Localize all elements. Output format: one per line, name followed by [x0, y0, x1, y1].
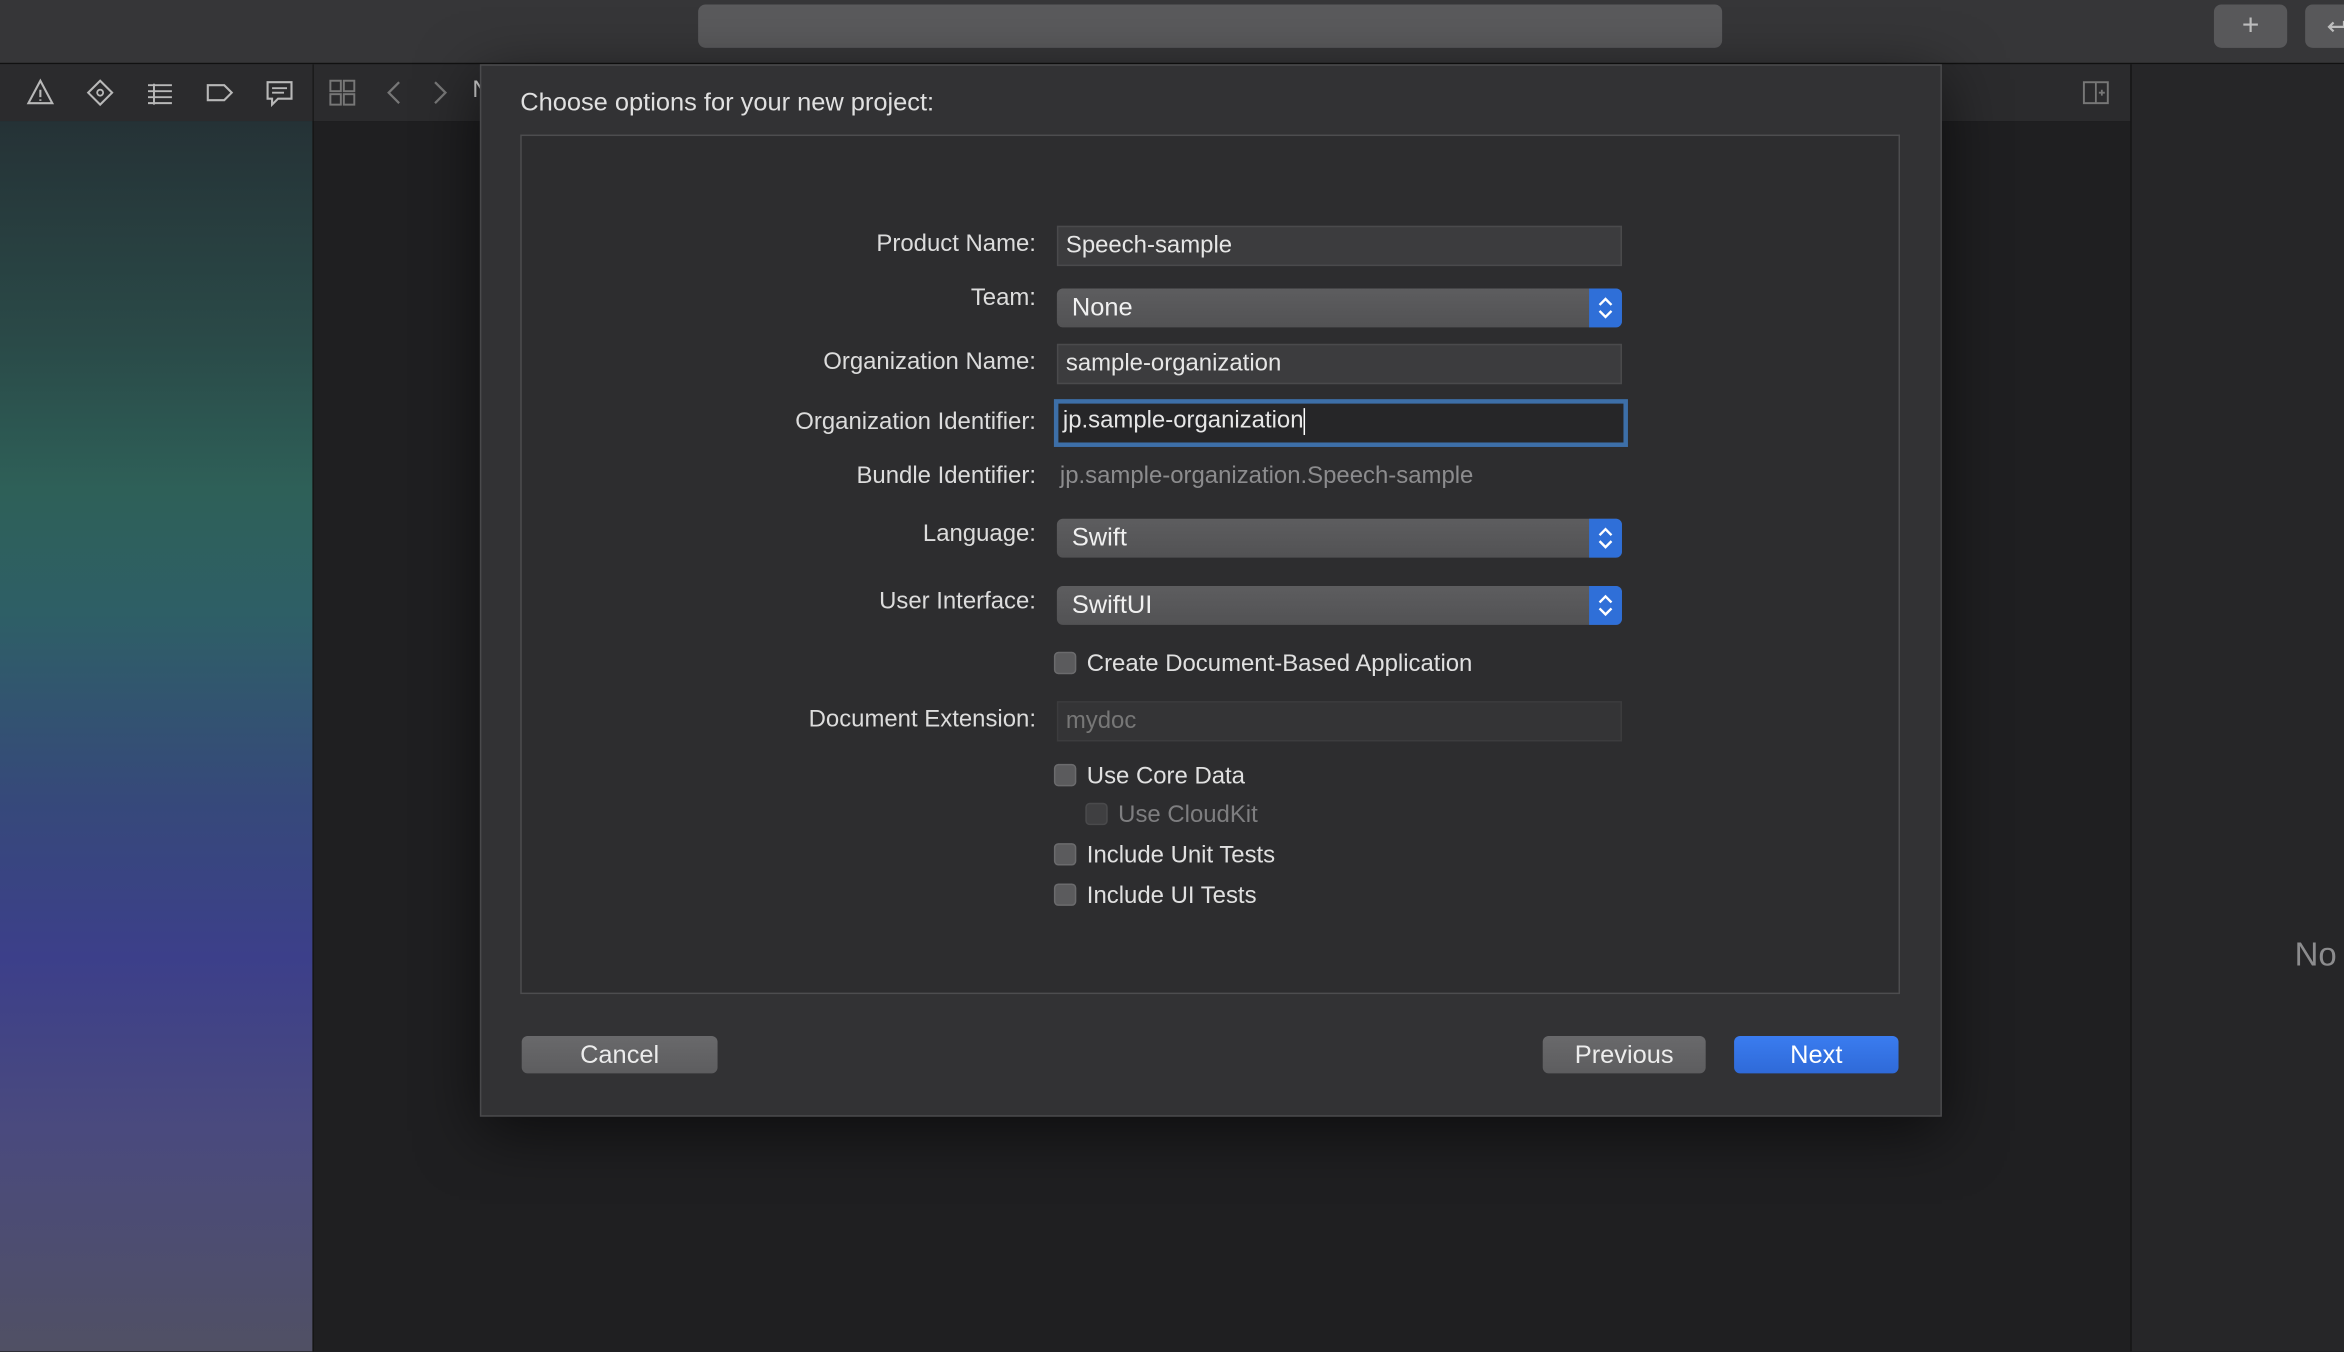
include-ui-tests-label: Include UI Tests — [1086, 883, 1257, 909]
team-selected-value: None — [1071, 293, 1133, 322]
language-selected-value: Swift — [1071, 523, 1127, 552]
include-ui-tests-checkbox[interactable]: Include UI Tests — [1053, 883, 1257, 910]
organization-identifier-field[interactable]: jp.sample-organization — [1053, 399, 1628, 447]
team-popup[interactable]: None — [1056, 288, 1622, 328]
breakpoint-icon[interactable] — [85, 78, 115, 108]
window-titlebar: + — [0, 0, 2344, 65]
include-unit-tests-checkbox[interactable]: Include Unit Tests — [1053, 843, 1276, 870]
checkbox-box — [1085, 802, 1108, 826]
cancel-button[interactable]: Cancel — [521, 1035, 718, 1074]
document-extension-field: mydoc — [1056, 701, 1622, 742]
organization-identifier-label: Organization Identifier: — [795, 409, 1036, 436]
chevron-right-icon[interactable] — [425, 78, 455, 108]
sheet-title: Choose options for your new project: — [520, 88, 935, 117]
comment-icon[interactable] — [265, 78, 295, 108]
inspector-area — [2130, 64, 2344, 1352]
checkbox-box[interactable] — [1053, 763, 1077, 787]
library-add-button[interactable]: + — [2213, 4, 2288, 48]
list-icon[interactable] — [145, 78, 175, 108]
add-editor-icon[interactable] — [2081, 78, 2111, 108]
navigator-area — [0, 121, 314, 1352]
popup-arrows-icon — [1589, 288, 1622, 328]
organization-name-label: Organization Name: — [823, 349, 1036, 376]
grid-icon[interactable] — [327, 78, 357, 108]
text-caret — [1303, 407, 1306, 435]
use-core-data-label: Use Core Data — [1086, 763, 1245, 790]
include-unit-tests-label: Include Unit Tests — [1086, 843, 1276, 869]
bundle-identifier-label: Bundle Identifier: — [856, 463, 1036, 489]
tag-icon[interactable] — [205, 78, 235, 108]
checkbox-box[interactable] — [1053, 651, 1077, 675]
use-core-data-checkbox[interactable]: Use Core Data — [1053, 763, 1245, 791]
create-document-based-label: Create Document-Based Application — [1086, 651, 1473, 678]
next-button[interactable]: Next — [1734, 1035, 1899, 1074]
toggle-panel-button[interactable] — [2305, 4, 2344, 48]
activity-view — [698, 4, 1723, 48]
new-project-options-sheet: Choose options for your new project: Pro… — [479, 64, 1942, 1117]
product-name-field[interactable]: Speech-sample — [1056, 225, 1622, 267]
create-document-based-checkbox[interactable]: Create Document-Based Application — [1053, 651, 1473, 679]
document-extension-label: Document Extension: — [808, 707, 1036, 733]
plus-icon: + — [2241, 8, 2260, 42]
team-label: Team: — [970, 285, 1036, 311]
return-arrow-icon — [2327, 20, 2344, 33]
language-label: Language: — [922, 521, 1036, 548]
product-name-label: Product Name: — [876, 231, 1036, 258]
user-interface-selected-value: SwiftUI — [1071, 590, 1153, 619]
options-panel: Product Name: Speech-sample Team: None O… — [520, 134, 1901, 995]
checkbox-box[interactable] — [1053, 883, 1077, 906]
popup-arrows-icon — [1589, 518, 1622, 558]
user-interface-popup[interactable]: SwiftUI — [1056, 586, 1622, 625]
language-popup[interactable]: Swift — [1056, 518, 1622, 558]
organization-identifier-value: jp.sample-organization — [1062, 408, 1304, 434]
warning-icon[interactable] — [25, 78, 55, 108]
user-interface-label: User Interface: — [879, 588, 1036, 615]
chevron-left-icon[interactable] — [380, 78, 410, 108]
no-selection-text: No — [2294, 935, 2337, 974]
organization-name-field[interactable]: sample-organization — [1056, 343, 1622, 385]
navigator-selector-bar — [0, 64, 314, 122]
checkbox-box[interactable] — [1053, 843, 1077, 866]
bundle-identifier-value: jp.sample-organization.Speech-sample — [1059, 463, 1474, 489]
popup-arrows-icon — [1589, 586, 1622, 625]
use-cloudkit-checkbox: Use CloudKit — [1085, 802, 1258, 830]
previous-button[interactable]: Previous — [1542, 1035, 1706, 1074]
use-cloudkit-label: Use CloudKit — [1118, 802, 1258, 829]
